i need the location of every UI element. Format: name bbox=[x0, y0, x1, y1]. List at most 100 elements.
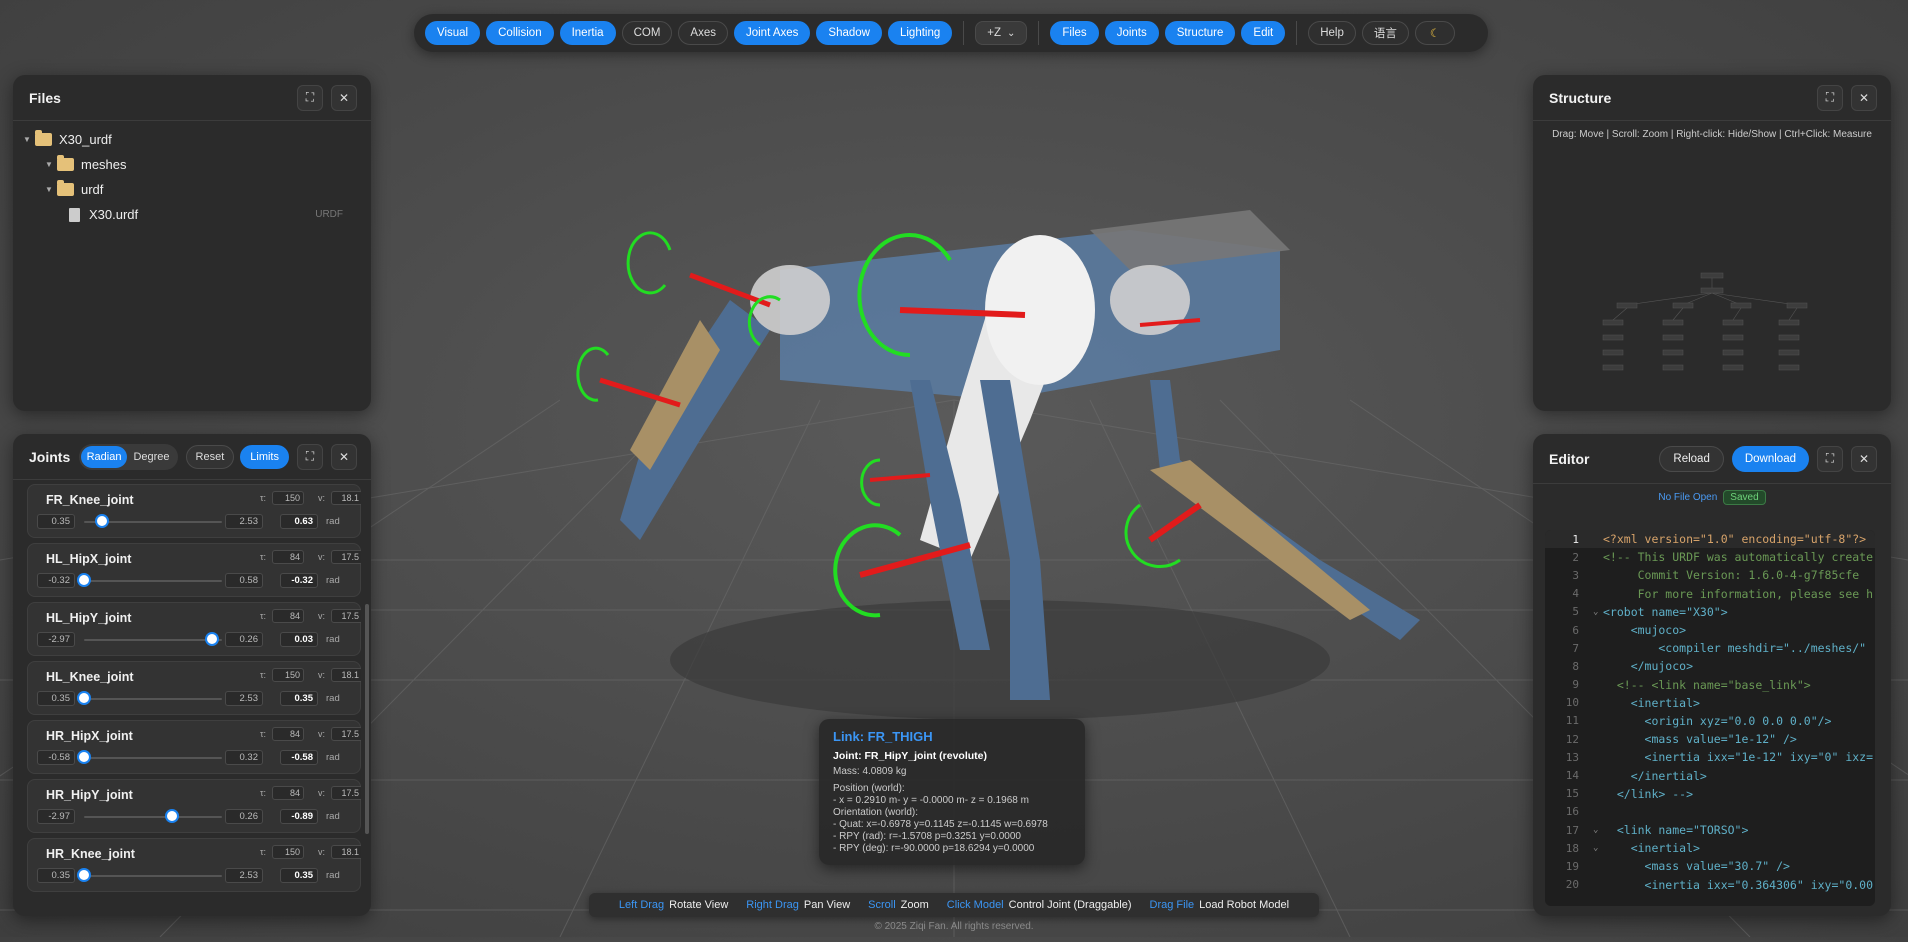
joint-list[interactable]: FR_Knee_joint τ: 150 v: 18.1 0.35 2.53 0.63 rad H… bbox=[27, 484, 361, 906]
joint-max-input[interactable]: 0.32 bbox=[225, 750, 263, 765]
toggle-collision-button[interactable]: Collision bbox=[486, 21, 554, 45]
joint-value-input[interactable]: 0.35 bbox=[280, 868, 318, 883]
code-line[interactable]: 19 <mass value="30.7" /> bbox=[1545, 857, 1875, 875]
reset-button[interactable]: Reset bbox=[185, 444, 235, 469]
slider-handle[interactable] bbox=[77, 691, 91, 705]
joint-min-input[interactable]: 0.35 bbox=[37, 691, 75, 706]
code-line[interactable]: 7 <compiler meshdir="../meshes/" bbox=[1545, 639, 1875, 657]
code-line[interactable]: 9 <!-- <link name="base_link"> bbox=[1545, 676, 1875, 694]
joint-min-input[interactable]: -2.97 bbox=[37, 632, 75, 647]
joint-slider[interactable] bbox=[77, 573, 222, 587]
code-line[interactable]: 6 <mujoco> bbox=[1545, 621, 1875, 639]
code-line[interactable]: 10 <inertial> bbox=[1545, 694, 1875, 712]
maximize-icon[interactable]: ⛶ bbox=[1817, 84, 1843, 111]
toggle-visual-button[interactable]: Visual bbox=[425, 21, 481, 45]
help-button[interactable]: Help bbox=[1308, 21, 1356, 45]
structure-panel-button[interactable]: Structure bbox=[1164, 21, 1236, 45]
torque-input[interactable]: 84 bbox=[272, 786, 305, 800]
code-line[interactable]: 12 <mass value="1e-12" /> bbox=[1545, 730, 1875, 748]
joint-value-input[interactable]: 0.03 bbox=[280, 632, 318, 647]
joint-max-input[interactable]: 0.26 bbox=[225, 632, 263, 647]
joint-min-input[interactable]: -2.97 bbox=[37, 809, 75, 824]
joint-slider[interactable] bbox=[77, 868, 222, 882]
files-panel-button[interactable]: Files bbox=[1050, 21, 1099, 45]
joint-min-input[interactable]: 0.35 bbox=[37, 514, 75, 529]
slider-handle[interactable] bbox=[94, 514, 109, 528]
torque-input[interactable]: 84 bbox=[272, 609, 305, 623]
toggle-inertia-button[interactable]: Inertia bbox=[559, 21, 616, 45]
velocity-input[interactable]: 18.1 bbox=[331, 491, 361, 505]
joint-min-input[interactable]: -0.32 bbox=[37, 573, 75, 588]
fold-icon[interactable]: ⌄ bbox=[1593, 825, 1603, 835]
velocity-input[interactable]: 17.5 bbox=[331, 786, 361, 800]
slider-handle[interactable] bbox=[205, 632, 220, 646]
edit-panel-button[interactable]: Edit bbox=[1241, 21, 1286, 45]
joint-slider[interactable] bbox=[84, 809, 222, 823]
toggle-axes-button[interactable]: Axes bbox=[678, 21, 728, 45]
close-icon[interactable]: ✕ bbox=[331, 84, 357, 111]
toggle-lighting-button[interactable]: Lighting bbox=[887, 21, 953, 45]
torque-input[interactable]: 150 bbox=[272, 491, 305, 505]
tree-item-urdf-folder[interactable]: ▼ urdf bbox=[23, 177, 361, 202]
tree-item-x30-urdf-folder[interactable]: ▼ X30_urdf bbox=[23, 127, 361, 152]
code-line[interactable]: 15 </link> --> bbox=[1545, 785, 1875, 803]
code-line[interactable]: 1 <?xml version="1.0" encoding="utf-8"?> bbox=[1545, 530, 1875, 549]
up-axis-select[interactable]: +Z ⌄ bbox=[975, 21, 1028, 45]
joint-value-input[interactable]: -0.32 bbox=[280, 573, 318, 588]
close-icon[interactable]: ✕ bbox=[1851, 445, 1877, 472]
torque-input[interactable]: 84 bbox=[272, 727, 305, 741]
code-line[interactable]: 13 <inertia ixx="1e-12" ixy="0" ixz= bbox=[1545, 748, 1875, 766]
joint-slider[interactable] bbox=[77, 750, 222, 764]
theme-toggle-button[interactable]: ☾ bbox=[1414, 21, 1456, 45]
close-icon[interactable]: ✕ bbox=[1851, 84, 1877, 111]
joint-max-input[interactable]: 0.58 bbox=[225, 573, 263, 588]
maximize-icon[interactable]: ⛶ bbox=[297, 443, 323, 470]
joint-max-input[interactable]: 2.53 bbox=[225, 691, 263, 706]
code-line[interactable]: 20 <inertia ixx="0.364306" ixy="0.00 bbox=[1545, 876, 1875, 894]
slider-handle[interactable] bbox=[165, 809, 180, 823]
joint-slider[interactable] bbox=[84, 514, 222, 528]
close-icon[interactable]: ✕ bbox=[331, 443, 357, 470]
joint-list-scrollbar[interactable] bbox=[365, 604, 369, 834]
code-line[interactable]: 16 bbox=[1545, 803, 1875, 821]
joint-slider[interactable] bbox=[77, 691, 222, 705]
tree-item-x30-urdf-file[interactable]: X30.urdf URDF bbox=[23, 202, 361, 227]
joint-max-input[interactable]: 0.26 bbox=[225, 809, 263, 824]
fold-icon[interactable]: ⌄ bbox=[1593, 607, 1603, 617]
limits-button[interactable]: Limits bbox=[240, 444, 289, 469]
degree-button[interactable]: Degree bbox=[127, 446, 175, 468]
torque-input[interactable]: 150 bbox=[272, 845, 305, 859]
code-line[interactable]: 3 Commit Version: 1.6.0-4-g7f85cfe bbox=[1545, 566, 1875, 584]
code-line[interactable]: 18 ⌄ <inertial> bbox=[1545, 839, 1875, 857]
joint-value-input[interactable]: 0.35 bbox=[280, 691, 318, 706]
code-line[interactable]: 5 ⌄ <robot name="X30"> bbox=[1545, 603, 1875, 621]
maximize-icon[interactable]: ⛶ bbox=[1817, 445, 1843, 472]
code-line[interactable]: 4 For more information, please see h bbox=[1545, 585, 1875, 603]
download-button[interactable]: Download bbox=[1731, 445, 1809, 472]
joint-min-input[interactable]: -0.58 bbox=[37, 750, 75, 765]
toggle-shadow-button[interactable]: Shadow bbox=[816, 21, 882, 45]
torque-input[interactable]: 150 bbox=[272, 668, 305, 682]
slider-handle[interactable] bbox=[77, 750, 91, 764]
fold-icon[interactable]: ⌄ bbox=[1593, 843, 1603, 853]
velocity-input[interactable]: 17.5 bbox=[331, 609, 361, 623]
code-line[interactable]: 17 ⌄ <link name="TORSO"> bbox=[1545, 821, 1875, 839]
joint-value-input[interactable]: -0.58 bbox=[280, 750, 318, 765]
joints-panel-button[interactable]: Joints bbox=[1104, 21, 1159, 45]
joint-slider[interactable] bbox=[84, 632, 222, 646]
joint-min-input[interactable]: 0.35 bbox=[37, 868, 75, 883]
tree-item-meshes-folder[interactable]: ▼ meshes bbox=[23, 152, 361, 177]
velocity-input[interactable]: 17.5 bbox=[331, 727, 361, 741]
slider-handle[interactable] bbox=[77, 573, 91, 587]
structure-graph[interactable] bbox=[1533, 140, 1891, 380]
velocity-input[interactable]: 17.5 bbox=[331, 550, 361, 564]
code-editor[interactable]: 1 <?xml version="1.0" encoding="utf-8"?> 2… bbox=[1545, 530, 1875, 906]
joint-max-input[interactable]: 2.53 bbox=[225, 868, 263, 883]
toggle-com-button[interactable]: COM bbox=[621, 21, 673, 45]
reload-button[interactable]: Reload bbox=[1659, 445, 1724, 472]
language-button[interactable]: 语言 bbox=[1361, 21, 1409, 45]
radian-button[interactable]: Radian bbox=[80, 445, 128, 468]
velocity-input[interactable]: 18.1 bbox=[331, 845, 361, 859]
toggle-joint-axes-button[interactable]: Joint Axes bbox=[733, 21, 811, 45]
code-line[interactable]: 8 </mujoco> bbox=[1545, 657, 1875, 675]
